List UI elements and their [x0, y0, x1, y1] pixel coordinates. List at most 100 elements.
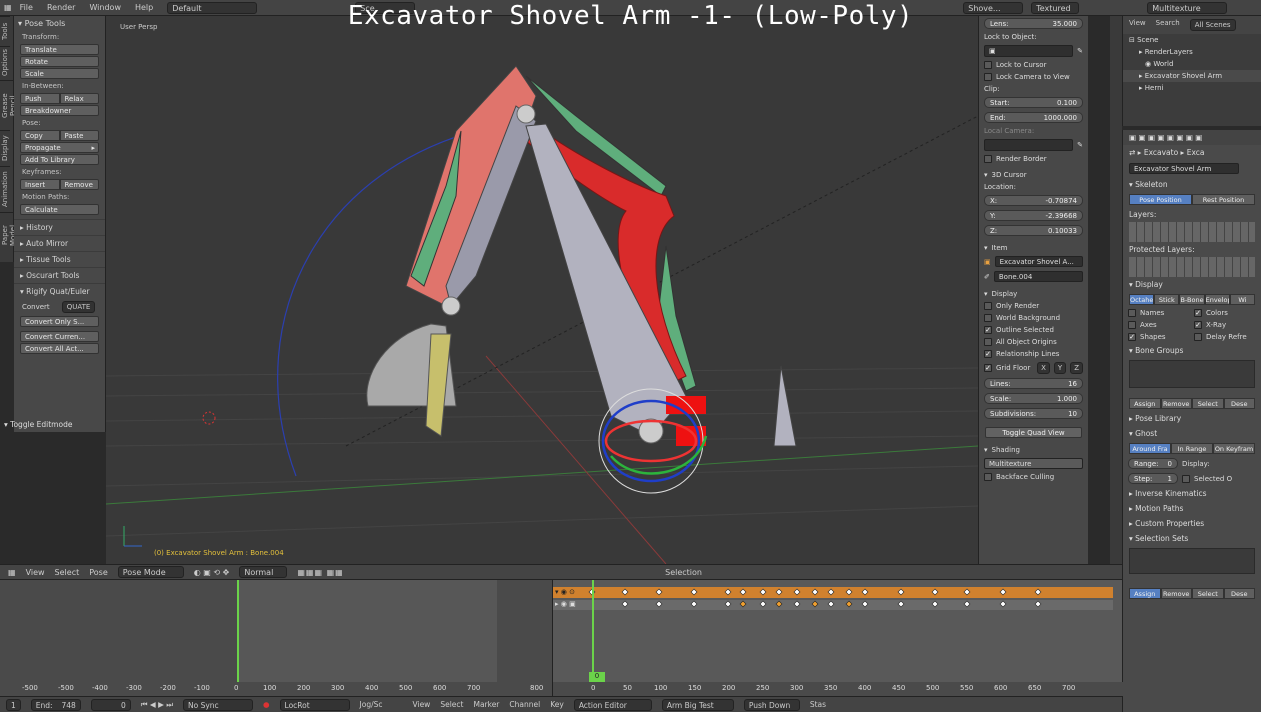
shapes-checkbox[interactable]: ✓	[1128, 333, 1136, 341]
tab-animation[interactable]: Animation	[0, 166, 10, 212]
grid-floor-row[interactable]: ✓ Grid Floor X Y Z	[979, 360, 1088, 376]
convert-all-button[interactable]: Convert All Act...	[20, 343, 99, 354]
world-background-row[interactable]: World Background	[979, 312, 1088, 324]
editor-type-icon[interactable]: ▦	[4, 3, 12, 12]
menu-file[interactable]: File	[20, 3, 33, 12]
clip-start-field[interactable]: Start: 0.100	[984, 97, 1083, 108]
axis-y-toggle[interactable]: Y	[1053, 362, 1067, 374]
lens-field[interactable]: Lens: 35.000	[984, 18, 1083, 29]
right-shading-selector[interactable]: Multitexture	[1147, 1, 1228, 14]
cursor-z-field[interactable]: Z: 0.10033	[984, 225, 1083, 236]
axis-x-toggle[interactable]: X	[1037, 362, 1050, 374]
selection-set-remove[interactable]: Remove	[1160, 588, 1192, 599]
all-origins-checkbox[interactable]	[984, 338, 992, 346]
motion-paths-header[interactable]: ▸ Motion Paths	[1123, 501, 1261, 516]
selection-set-select[interactable]: Select	[1192, 588, 1224, 599]
grid-lines-field[interactable]: Lines: 16	[984, 378, 1083, 389]
outliner-item-scene[interactable]: ⊟ Scene	[1123, 34, 1261, 46]
menu-help[interactable]: Help	[135, 3, 153, 12]
bone-group-select[interactable]: Select	[1192, 398, 1224, 409]
push-down-button[interactable]: Push Down	[743, 698, 800, 711]
region-scrollbar[interactable]	[1110, 16, 1122, 580]
tab-tools[interactable]: Tools	[0, 16, 10, 46]
rest-position-button[interactable]: Rest Position	[1192, 194, 1255, 205]
panel-history[interactable]: ▸ History	[14, 219, 105, 235]
ghost-on-keyframes[interactable]: On Keyfram	[1213, 443, 1255, 454]
cursor-header[interactable]: ▾ 3D Cursor	[979, 169, 1088, 181]
viewport-editor-icon[interactable]: ▦	[8, 568, 16, 577]
local-camera-field[interactable]	[984, 139, 1074, 151]
bone-group-remove[interactable]: Remove	[1160, 398, 1192, 409]
paste-button[interactable]: Paste	[59, 130, 99, 141]
lock-object-field[interactable]: ▣	[984, 45, 1074, 57]
timeline-ruler[interactable]: -500 -500 -400 -300 -200 -100 0 100 200 …	[0, 682, 552, 696]
display-octahedral[interactable]: Octahed	[1129, 294, 1155, 305]
display-envelope[interactable]: Envelop	[1204, 294, 1230, 305]
colors-checkbox[interactable]: ✓	[1194, 309, 1202, 317]
custom-properties-header[interactable]: ▸ Custom Properties	[1123, 516, 1261, 531]
grid-scale-field[interactable]: Scale: 1.000	[984, 393, 1083, 404]
outliner-item-world[interactable]: ◉ World	[1123, 58, 1261, 70]
eyedropper-icon[interactable]: ✎	[1077, 47, 1083, 55]
toggle-editmode-panel[interactable]: ▾ Toggle Editmode	[4, 420, 104, 429]
relationship-lines-row[interactable]: ✓ Relationship Lines	[979, 348, 1088, 360]
axes-checkbox[interactable]	[1128, 321, 1136, 329]
outliner-item-excavator[interactable]: ▸ Excavator Shovel Arm	[1123, 70, 1261, 82]
outliner-item-renderlayers[interactable]: ▸ RenderLayers	[1123, 46, 1261, 58]
panel-tissue-tools[interactable]: ▸ Tissue Tools	[14, 251, 105, 267]
relax-button[interactable]: Relax	[59, 93, 99, 104]
rotate-button[interactable]: Rotate	[20, 56, 99, 67]
panel-auto-mirror[interactable]: ▸ Auto Mirror	[14, 235, 105, 251]
backface-row[interactable]: Backface Culling	[979, 471, 1088, 483]
ds-menu-channel[interactable]: Channel	[509, 700, 540, 709]
layers-grid[interactable]	[1129, 222, 1255, 242]
translate-button[interactable]: Translate	[20, 44, 99, 55]
axis-z-toggle[interactable]: Z	[1070, 362, 1083, 374]
ds-menu-select[interactable]: Select	[440, 700, 463, 709]
lock-camera-checkbox[interactable]	[984, 73, 992, 81]
playback-controls[interactable]: ⏮ ◀ ▶ ⏭	[141, 700, 173, 710]
vp-menu-view[interactable]: View	[26, 568, 45, 577]
arm-display-header[interactable]: ▾ Display	[1123, 277, 1261, 292]
display-bbone[interactable]: B-Bone	[1179, 294, 1205, 305]
tab-options[interactable]: Options	[0, 46, 10, 80]
selection-sets-header[interactable]: ▾ Selection Sets	[1123, 531, 1261, 546]
propagate-button[interactable]: Propagate ▸	[20, 142, 99, 153]
cursor-y-field[interactable]: Y: -2.39668	[984, 210, 1083, 221]
display-wire[interactable]: Wi	[1229, 294, 1256, 305]
ghost-step-field[interactable]: Step: 1	[1128, 473, 1178, 484]
lock-camera-row[interactable]: Lock Camera to View	[979, 71, 1088, 83]
dopesheet-ruler[interactable]: 0 50 100 150 200 250 300 350 400 450 500…	[553, 682, 1123, 696]
shading-select[interactable]: Multitexture	[984, 458, 1083, 469]
outline-selected-checkbox[interactable]: ✓	[984, 326, 992, 334]
timeline-graph[interactable]: -500 -500 -400 -300 -200 -100 0 100 200 …	[0, 580, 552, 696]
names-checkbox[interactable]	[1128, 309, 1136, 317]
bone-group-assign[interactable]: Assign	[1129, 398, 1161, 409]
keying-set-field[interactable]: LocRot	[279, 698, 350, 711]
layer-buttons[interactable]: ▦▦▦ ▦▦	[297, 568, 343, 577]
toggle-quad-view-button[interactable]: Toggle Quad View	[985, 427, 1082, 438]
stash-button[interactable]: Stas	[810, 700, 826, 709]
bone-groups-header[interactable]: ▾ Bone Groups	[1123, 343, 1261, 358]
outliner-item-herni[interactable]: ▸ Herni	[1123, 82, 1261, 94]
scale-button[interactable]: Scale	[20, 68, 99, 79]
pose-position-button[interactable]: Pose Position	[1129, 194, 1192, 205]
timeline-playhead[interactable]	[237, 580, 239, 682]
relationship-lines-checkbox[interactable]: ✓	[984, 350, 992, 358]
vp-menu-pose[interactable]: Pose	[89, 568, 108, 577]
only-render-row[interactable]: Only Render	[979, 300, 1088, 312]
render-engine-selector[interactable]: Shove...	[963, 1, 1024, 14]
add-to-library-button[interactable]: Add To Library	[20, 154, 99, 165]
panel-oscurart-tools[interactable]: ▸ Oscurart Tools	[14, 267, 105, 283]
breakdowner-button[interactable]: Breakdowner	[20, 105, 99, 116]
camera-eyedropper-icon[interactable]: ✎	[1077, 141, 1083, 149]
push-button[interactable]: Push	[20, 93, 60, 104]
layout-selector[interactable]: Default	[167, 1, 258, 14]
item-header[interactable]: ▾ Item	[979, 242, 1088, 254]
calculate-button[interactable]: Calculate	[20, 204, 99, 215]
ds-menu-marker[interactable]: Marker	[473, 700, 499, 709]
grid-subdiv-field[interactable]: Subdivisions: 10	[984, 408, 1083, 419]
convert-only-button[interactable]: Convert Only S...	[20, 316, 99, 327]
record-icon[interactable]: ●	[263, 700, 270, 709]
pose-library-header[interactable]: ▸ Pose Library	[1123, 411, 1261, 426]
